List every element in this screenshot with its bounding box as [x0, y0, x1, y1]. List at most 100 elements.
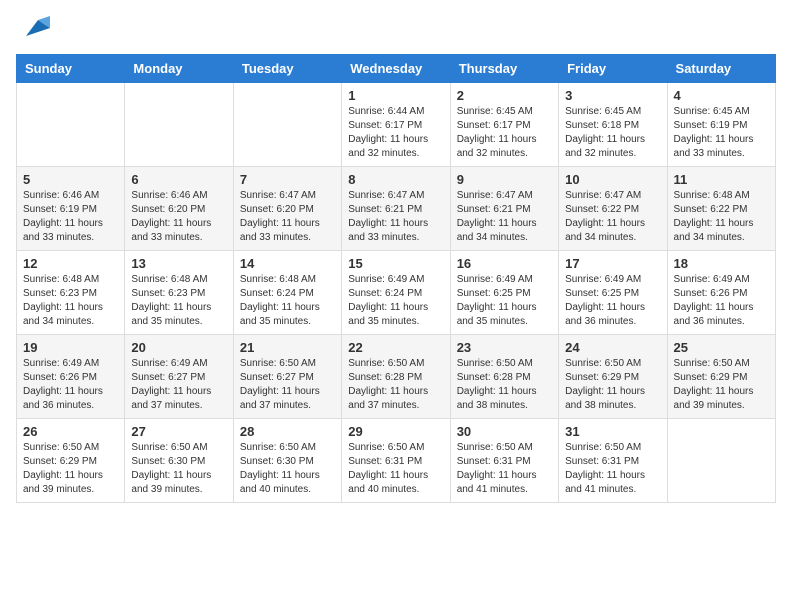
- day-info: Sunrise: 6:50 AMSunset: 6:28 PMDaylight:…: [457, 357, 552, 413]
- calendar-cell: 16 Sunrise: 6:49 AMSunset: 6:25 PMDayligh…: [450, 251, 558, 335]
- calendar-cell: 26Sunrise: 6:50 AMSunset: 6:29 PMDayligh…: [17, 419, 125, 503]
- calendar-week-row: 12 Sunrise: 6:48 AMSunset: 6:23 PMDayligh…: [17, 251, 776, 335]
- day-info: Sunrise: 6:47 AMSunset: 6:20 PMDaylight:…: [240, 189, 335, 245]
- day-number: 20: [131, 340, 226, 355]
- day-number: 1: [348, 88, 443, 103]
- day-number: 15: [348, 256, 443, 271]
- calendar-week-row: 19 Sunrise: 6:49 AMSunset: 6:26 PMDayligh…: [17, 335, 776, 419]
- day-number: 10: [565, 172, 660, 187]
- calendar-cell: 4 Sunrise: 6:45 AMSunset: 6:19 PMDaylight…: [667, 83, 775, 167]
- calendar-header-row: SundayMondayTuesdayWednesdayThursdayFrid…: [17, 55, 776, 83]
- day-info: Sunrise: 6:45 AMSunset: 6:19 PMDaylight:…: [674, 105, 769, 161]
- day-number: 22: [348, 340, 443, 355]
- day-number: 31: [565, 424, 660, 439]
- day-number: 25: [674, 340, 769, 355]
- day-number: 19: [23, 340, 118, 355]
- calendar-cell: 15 Sunrise: 6:49 AMSunset: 6:24 PMDayligh…: [342, 251, 450, 335]
- day-number: 5: [23, 172, 118, 187]
- header-wednesday: Wednesday: [342, 55, 450, 83]
- calendar-cell: [125, 83, 233, 167]
- day-info: Sunrise: 6:50 AMSunset: 6:27 PMDaylight:…: [240, 357, 335, 413]
- calendar-cell: 5Sunrise: 6:46 AMSunset: 6:19 PMDaylight…: [17, 167, 125, 251]
- day-info: Sunrise: 6:50 AMSunset: 6:30 PMDaylight:…: [240, 441, 335, 497]
- calendar-week-row: 5Sunrise: 6:46 AMSunset: 6:19 PMDaylight…: [17, 167, 776, 251]
- day-number: 3: [565, 88, 660, 103]
- calendar-cell: 28 Sunrise: 6:50 AMSunset: 6:30 PMDayligh…: [233, 419, 341, 503]
- calendar-cell: 21 Sunrise: 6:50 AMSunset: 6:27 PMDayligh…: [233, 335, 341, 419]
- calendar-cell: 6 Sunrise: 6:46 AMSunset: 6:20 PMDaylight…: [125, 167, 233, 251]
- calendar-cell: [17, 83, 125, 167]
- calendar-cell: [233, 83, 341, 167]
- day-info: Sunrise: 6:45 AMSunset: 6:17 PMDaylight:…: [457, 105, 552, 161]
- day-info: Sunrise: 6:49 AMSunset: 6:27 PMDaylight:…: [131, 357, 226, 413]
- header-saturday: Saturday: [667, 55, 775, 83]
- day-info: Sunrise: 6:50 AMSunset: 6:31 PMDaylight:…: [565, 441, 660, 497]
- day-number: 8: [348, 172, 443, 187]
- day-info: Sunrise: 6:47 AMSunset: 6:22 PMDaylight:…: [565, 189, 660, 245]
- day-number: 9: [457, 172, 552, 187]
- day-number: 29: [348, 424, 443, 439]
- day-number: 12: [23, 256, 118, 271]
- day-info: Sunrise: 6:47 AMSunset: 6:21 PMDaylight:…: [457, 189, 552, 245]
- calendar-cell: 18Sunrise: 6:49 AMSunset: 6:26 PMDayligh…: [667, 251, 775, 335]
- day-number: 18: [674, 256, 769, 271]
- calendar-cell: 20 Sunrise: 6:49 AMSunset: 6:27 PMDayligh…: [125, 335, 233, 419]
- day-info: Sunrise: 6:50 AMSunset: 6:30 PMDaylight:…: [131, 441, 226, 497]
- calendar-week-row: 26Sunrise: 6:50 AMSunset: 6:29 PMDayligh…: [17, 419, 776, 503]
- page-header: [16, 16, 776, 44]
- day-info: Sunrise: 6:50 AMSunset: 6:31 PMDaylight:…: [348, 441, 443, 497]
- logo: [16, 16, 50, 44]
- calendar-cell: 2 Sunrise: 6:45 AMSunset: 6:17 PMDaylight…: [450, 83, 558, 167]
- day-info: Sunrise: 6:48 AMSunset: 6:24 PMDaylight:…: [240, 273, 335, 329]
- header-thursday: Thursday: [450, 55, 558, 83]
- calendar-cell: 25 Sunrise: 6:50 AMSunset: 6:29 PMDayligh…: [667, 335, 775, 419]
- day-number: 17: [565, 256, 660, 271]
- calendar-cell: 11 Sunrise: 6:48 AMSunset: 6:22 PMDayligh…: [667, 167, 775, 251]
- day-info: Sunrise: 6:46 AMSunset: 6:20 PMDaylight:…: [131, 189, 226, 245]
- calendar-cell: 7 Sunrise: 6:47 AMSunset: 6:20 PMDaylight…: [233, 167, 341, 251]
- day-info: Sunrise: 6:50 AMSunset: 6:29 PMDaylight:…: [565, 357, 660, 413]
- day-number: 7: [240, 172, 335, 187]
- calendar-cell: 17 Sunrise: 6:49 AMSunset: 6:25 PMDayligh…: [559, 251, 667, 335]
- calendar-table: SundayMondayTuesdayWednesdayThursdayFrid…: [16, 54, 776, 503]
- calendar-cell: 9 Sunrise: 6:47 AMSunset: 6:21 PMDaylight…: [450, 167, 558, 251]
- header-friday: Friday: [559, 55, 667, 83]
- day-info: Sunrise: 6:49 AMSunset: 6:24 PMDaylight:…: [348, 273, 443, 329]
- logo-icon: [18, 12, 50, 44]
- day-info: Sunrise: 6:49 AMSunset: 6:25 PMDaylight:…: [565, 273, 660, 329]
- day-info: Sunrise: 6:48 AMSunset: 6:23 PMDaylight:…: [23, 273, 118, 329]
- day-number: 27: [131, 424, 226, 439]
- day-info: Sunrise: 6:49 AMSunset: 6:25 PMDaylight:…: [457, 273, 552, 329]
- header-tuesday: Tuesday: [233, 55, 341, 83]
- calendar-cell: 27 Sunrise: 6:50 AMSunset: 6:30 PMDayligh…: [125, 419, 233, 503]
- calendar-cell: 8Sunrise: 6:47 AMSunset: 6:21 PMDaylight…: [342, 167, 450, 251]
- day-number: 23: [457, 340, 552, 355]
- calendar-cell: 31 Sunrise: 6:50 AMSunset: 6:31 PMDayligh…: [559, 419, 667, 503]
- calendar-cell: 30Sunrise: 6:50 AMSunset: 6:31 PMDayligh…: [450, 419, 558, 503]
- day-info: Sunrise: 6:48 AMSunset: 6:22 PMDaylight:…: [674, 189, 769, 245]
- calendar-cell: 24 Sunrise: 6:50 AMSunset: 6:29 PMDayligh…: [559, 335, 667, 419]
- day-info: Sunrise: 6:49 AMSunset: 6:26 PMDaylight:…: [23, 357, 118, 413]
- calendar-cell: 22 Sunrise: 6:50 AMSunset: 6:28 PMDayligh…: [342, 335, 450, 419]
- calendar-cell: 12 Sunrise: 6:48 AMSunset: 6:23 PMDayligh…: [17, 251, 125, 335]
- day-info: Sunrise: 6:50 AMSunset: 6:28 PMDaylight:…: [348, 357, 443, 413]
- day-info: Sunrise: 6:48 AMSunset: 6:23 PMDaylight:…: [131, 273, 226, 329]
- day-number: 16: [457, 256, 552, 271]
- day-number: 2: [457, 88, 552, 103]
- day-number: 11: [674, 172, 769, 187]
- calendar-cell: 3 Sunrise: 6:45 AMSunset: 6:18 PMDaylight…: [559, 83, 667, 167]
- day-info: Sunrise: 6:45 AMSunset: 6:18 PMDaylight:…: [565, 105, 660, 161]
- day-info: Sunrise: 6:50 AMSunset: 6:29 PMDaylight:…: [674, 357, 769, 413]
- calendar-cell: 14Sunrise: 6:48 AMSunset: 6:24 PMDayligh…: [233, 251, 341, 335]
- day-number: 4: [674, 88, 769, 103]
- calendar-week-row: 1Sunrise: 6:44 AMSunset: 6:17 PMDaylight…: [17, 83, 776, 167]
- day-number: 13: [131, 256, 226, 271]
- day-info: Sunrise: 6:50 AMSunset: 6:29 PMDaylight:…: [23, 441, 118, 497]
- day-number: 24: [565, 340, 660, 355]
- calendar-cell: 10 Sunrise: 6:47 AMSunset: 6:22 PMDayligh…: [559, 167, 667, 251]
- day-number: 21: [240, 340, 335, 355]
- day-number: 6: [131, 172, 226, 187]
- header-monday: Monday: [125, 55, 233, 83]
- day-number: 28: [240, 424, 335, 439]
- calendar-cell: 1Sunrise: 6:44 AMSunset: 6:17 PMDaylight…: [342, 83, 450, 167]
